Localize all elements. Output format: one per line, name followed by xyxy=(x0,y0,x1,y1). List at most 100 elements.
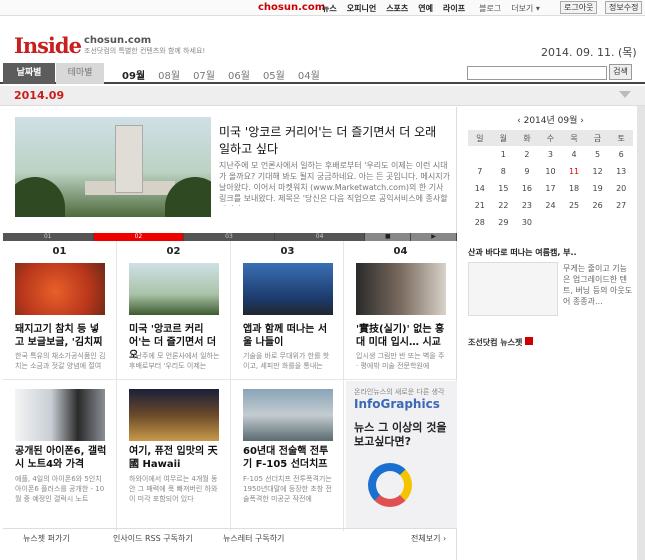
newsjet-link[interactable]: 뉴스젯 퍼가기 xyxy=(23,533,70,544)
card-desc: 하와이에서 여무르는 4개월 동안 그 매력에 푹 빠져버린 하와이 미각 포함… xyxy=(129,475,218,503)
calendar-week: 28 29 30 xyxy=(468,214,633,231)
calendar-header[interactable]: ‹ 2014년 09월 › xyxy=(468,113,633,126)
nav-more[interactable]: 더보기 ▾ xyxy=(511,3,540,14)
calendar-day[interactable]: 21 xyxy=(468,197,492,214)
month-link[interactable]: 06월 xyxy=(228,67,250,82)
day-label: 일 xyxy=(468,130,492,146)
newsjet-icon xyxy=(525,337,534,345)
calendar-day[interactable]: 13 xyxy=(609,163,633,180)
play-icon[interactable]: ▶ xyxy=(411,233,457,241)
card-number: 03 xyxy=(280,246,295,257)
card-thumbnail[interactable] xyxy=(129,263,219,315)
card-title[interactable]: 여기, 퓨전 입맛의 天國 Hawaii xyxy=(129,445,221,471)
calendar-day[interactable]: 24 xyxy=(539,197,563,214)
calendar-day[interactable]: 9 xyxy=(515,163,539,180)
card-thumbnail[interactable] xyxy=(129,389,219,441)
calendar-day[interactable]: 2 xyxy=(515,146,539,163)
rss-link[interactable]: 인사이드 RSS 구독하기 xyxy=(113,533,193,544)
newsletter-link[interactable]: 뉴스레터 구독하기 xyxy=(223,533,284,544)
card-thumbnail[interactable] xyxy=(243,389,333,441)
card-desc: 애플, 4일의 아이폰6와 5인치 아이폰6 플러스를 공개한 - 10월 중 … xyxy=(15,475,105,503)
card-number: 02 xyxy=(166,246,181,257)
calendar-day[interactable]: 16 xyxy=(515,180,539,197)
article-card[interactable]: 여기, 퓨전 입맛의 天國 Hawaii 하와이에서 여무르는 4개월 동안 그… xyxy=(117,381,230,529)
calendar-day[interactable]: 20 xyxy=(609,180,633,197)
calendar-day[interactable]: 4 xyxy=(562,146,586,163)
card-title[interactable]: '實技(실기)' 없는 홍대 미대 입시… 시교 xyxy=(356,323,448,349)
view-all-link[interactable]: 전체보기 › xyxy=(411,533,446,544)
month-link[interactable]: 08월 xyxy=(158,67,180,82)
profile-button[interactable]: 정보수정 xyxy=(605,1,643,14)
month-link[interactable]: 07월 xyxy=(193,67,215,82)
calendar-day[interactable]: 18 xyxy=(562,180,586,197)
calendar-day[interactable]: 27 xyxy=(609,197,633,214)
tab-by-date[interactable]: 날짜별 xyxy=(3,63,55,84)
card-title[interactable]: 60년대 전술핵 전투기 F-105 선더치프 xyxy=(243,445,335,471)
article-card[interactable]: 01 돼지고기 참치 등 넣고 보글보글, '김치찌 한국 특유의 채소가공식품… xyxy=(3,241,116,379)
nav-blog[interactable]: 블로그 xyxy=(479,3,501,14)
side-image[interactable] xyxy=(468,262,558,316)
collapse-arrow-icon[interactable] xyxy=(619,91,631,98)
calendar-day[interactable]: 6 xyxy=(609,146,633,163)
search-button[interactable]: 검색 xyxy=(609,64,632,80)
calendar-day[interactable]: 28 xyxy=(468,214,492,231)
inside-logo[interactable]: Inside xyxy=(14,33,82,58)
nav-entertainment[interactable]: 연예 xyxy=(418,3,433,14)
nav-news[interactable]: 뉴스 xyxy=(322,3,337,14)
infographics-banner[interactable]: 온라인뉴스의 새로운 다른 생각 InfoGraphics 뉴스 그 이상의 것… xyxy=(346,381,457,529)
calendar-day[interactable]: 25 xyxy=(562,197,586,214)
calendar-day[interactable]: 3 xyxy=(539,146,563,163)
card-thumbnail[interactable] xyxy=(15,263,105,315)
calendar-day[interactable]: 12 xyxy=(586,163,610,180)
month-link[interactable]: 09월 xyxy=(122,67,145,82)
side-headline[interactable]: 산과 바다로 떠나는 여름캠, 부.. xyxy=(468,247,633,258)
calendar-day[interactable]: 19 xyxy=(586,180,610,197)
featured-image[interactable] xyxy=(15,117,211,217)
nav-opinion[interactable]: 오피니언 xyxy=(347,3,376,14)
calendar-day[interactable]: 26 xyxy=(586,197,610,214)
scrollbar[interactable] xyxy=(637,106,645,560)
card-thumbnail[interactable] xyxy=(356,263,446,315)
article-card[interactable]: 03 앱과 함께 떠나는 서울 나들이 기술을 바로 무대위가 한를 핫이고, … xyxy=(231,241,344,379)
pager-item-active[interactable]: 02 xyxy=(93,233,185,241)
banner-brand: InfoGraphics xyxy=(354,397,440,411)
article-card[interactable]: 02 미국 '앙코르 커리어'는 더 즐기면서 더 오 지난주에 모 언론사에서… xyxy=(117,241,230,379)
calendar-day[interactable]: 14 xyxy=(468,180,492,197)
tab-by-theme[interactable]: 테마별 xyxy=(56,63,104,84)
calendar-day[interactable]: 17 xyxy=(539,180,563,197)
calendar-day[interactable]: 22 xyxy=(492,197,516,214)
logout-button[interactable]: 로그아웃 xyxy=(560,1,598,14)
card-title[interactable]: 앱과 함께 떠나는 서울 나들이 xyxy=(243,323,335,349)
month-link[interactable]: 05월 xyxy=(263,67,285,82)
calendar-day[interactable]: 7 xyxy=(468,163,492,180)
chosun-logo[interactable]: chosun.com xyxy=(258,2,325,13)
article-card[interactable]: 60년대 전술핵 전투기 F-105 선더치프 F-105 선더치프 전투폭격기… xyxy=(231,381,344,529)
calendar-day[interactable]: 15 xyxy=(492,180,516,197)
calendar-day[interactable]: 5 xyxy=(586,146,610,163)
featured-title[interactable]: 미국 '앙코르 커리어'는 더 즐기면서 더 오래 일하고 싶다 xyxy=(219,124,449,158)
pause-icon[interactable]: ■ xyxy=(365,233,412,241)
article-card[interactable]: 공개된 아이폰6, 갤럭시 노트4와 가격 애플, 4일의 아이폰6와 5인치 … xyxy=(3,381,116,529)
newsjet-label[interactable]: 조선닷컴 뉴스젯 xyxy=(468,337,534,348)
calendar-day[interactable]: 10 xyxy=(539,163,563,180)
calendar-day[interactable]: 1 xyxy=(492,146,516,163)
pager-item[interactable]: 01 xyxy=(3,233,94,241)
nav-sports[interactable]: 스포츠 xyxy=(386,3,408,14)
search-input[interactable] xyxy=(467,66,607,80)
day-label: 금 xyxy=(585,130,610,146)
calendar-day[interactable]: 8 xyxy=(492,163,516,180)
calendar-day[interactable]: 30 xyxy=(515,214,539,231)
card-title[interactable]: 돼지고기 참치 등 넣고 보글보글, '김치찌 xyxy=(15,323,107,349)
pager-item[interactable]: 04 xyxy=(274,233,366,241)
card-title[interactable]: 공개된 아이폰6, 갤럭시 노트4와 가격 xyxy=(15,445,107,471)
calendar-day[interactable]: 23 xyxy=(515,197,539,214)
pager-item[interactable]: 03 xyxy=(184,233,275,241)
card-thumbnail[interactable] xyxy=(15,389,105,441)
month-link[interactable]: 04월 xyxy=(298,67,320,82)
card-thumbnail[interactable] xyxy=(243,263,333,315)
monument-shape xyxy=(115,125,143,193)
nav-life[interactable]: 라이프 xyxy=(443,3,465,14)
calendar-day[interactable]: 11 xyxy=(562,163,586,180)
article-card[interactable]: 04 '實技(실기)' 없는 홍대 미대 입시… 시교 입시생 그림만 반 또는… xyxy=(344,241,457,379)
calendar-day[interactable]: 29 xyxy=(492,214,516,231)
